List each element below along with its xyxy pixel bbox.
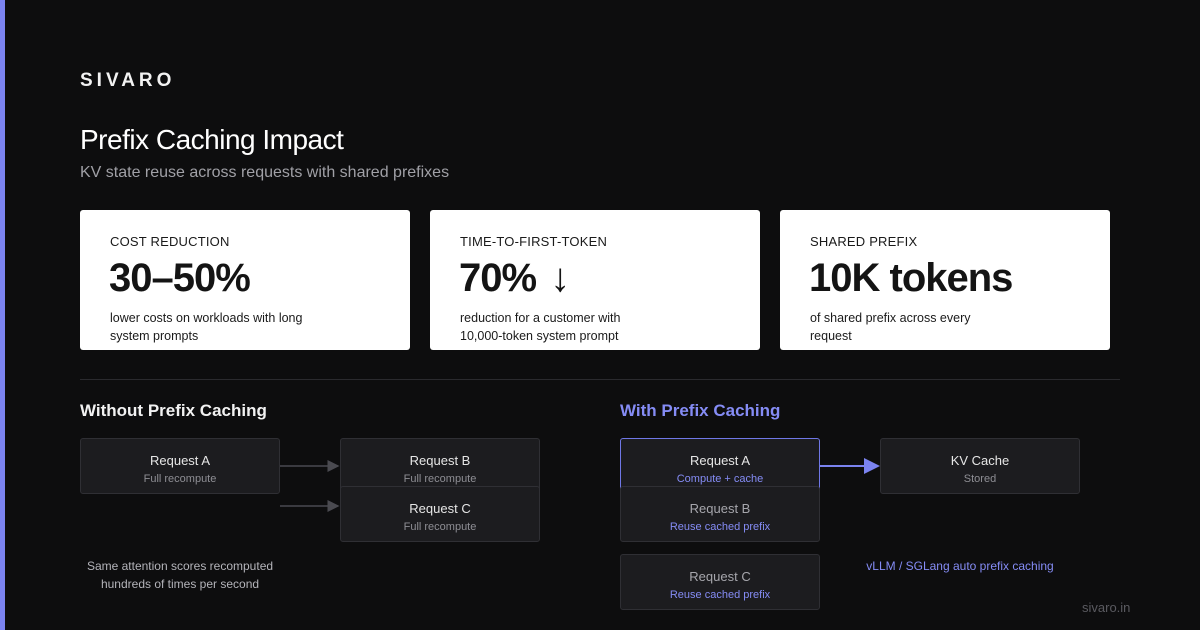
page-title: Prefix Caching Impact (80, 124, 344, 155)
node-subtitle: Reuse cached prefix (669, 589, 771, 601)
with-request-b-node: Request B Reuse cached prefix (620, 486, 820, 542)
footer-domain: sivaro.in (1082, 600, 1131, 615)
stat-label: TIME-TO-FIRST-TOKEN (460, 234, 608, 249)
stat-label: SHARED PREFIX (810, 234, 918, 249)
accent-bar (0, 0, 5, 630)
node-subtitle: Full recompute (143, 473, 217, 485)
stat-card-shared-prefix: SHARED PREFIX 10K tokens of shared prefi… (780, 210, 1110, 350)
without-request-a-node: Request A Full recompute (80, 438, 280, 494)
section-title-with: With Prefix Caching (620, 401, 781, 420)
node-title: Request A (690, 453, 750, 468)
stat-description: of shared prefix across every request (810, 311, 971, 343)
brand-logo: SIVARO (80, 70, 176, 91)
section-divider (80, 379, 1120, 380)
node-title: Request C (409, 501, 471, 516)
stat-value: 10K tokens (809, 256, 1013, 300)
stat-label: COST REDUCTION (110, 234, 230, 249)
stat-description: lower costs on workloads with long syste… (110, 311, 303, 343)
node-subtitle: Full recompute (403, 473, 477, 485)
without-request-c-node: Request C Full recompute (340, 486, 540, 542)
section-title-without: Without Prefix Caching (80, 401, 267, 420)
arrow-down-icon: ↓ (550, 256, 570, 300)
kv-cache-node: KV Cache Stored (880, 438, 1080, 494)
stat-description: reduction for a customer with 10,000-tok… (460, 311, 621, 343)
page-subtitle: KV state reuse across requests with shar… (80, 164, 450, 181)
node-title: Request C (689, 569, 751, 584)
with-note: vLLM / SGLang auto prefix caching (866, 559, 1054, 573)
node-subtitle: Full recompute (403, 521, 477, 533)
node-subtitle: Compute + cache (676, 473, 764, 485)
stat-value: 30–50% (109, 256, 251, 300)
stat-card-cost-reduction: COST REDUCTION 30–50% lower costs on wor… (80, 210, 410, 350)
stat-card-ttft: TIME-TO-FIRST-TOKEN 70% ↓ reduction for a… (430, 210, 760, 350)
stat-value: 70% ↓ (459, 256, 570, 301)
with-request-c-node: Request C Reuse cached prefix (620, 554, 820, 610)
node-title: Request A (150, 453, 210, 468)
node-subtitle: Stored (963, 473, 997, 485)
node-title: Request B (689, 501, 751, 516)
stat-value-text: 70% (459, 256, 537, 300)
node-subtitle: Reuse cached prefix (669, 521, 771, 533)
node-title: Request B (409, 453, 471, 468)
without-note: Same attention scores recomputed hundred… (86, 559, 274, 591)
node-title: KV Cache (950, 453, 1010, 468)
